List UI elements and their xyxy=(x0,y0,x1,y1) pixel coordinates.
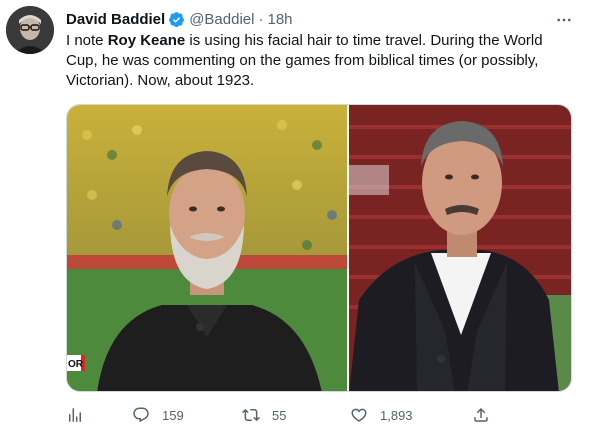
tweet-card[interactable]: David Baddiel @Baddiel · 18h I note Roy … xyxy=(0,0,592,442)
heart-icon xyxy=(351,408,367,422)
avatar[interactable] xyxy=(6,6,54,54)
mention-roy-keane: Roy Keane xyxy=(107,32,186,49)
like-button[interactable]: 1,893 xyxy=(350,403,413,427)
tweet-media[interactable]: OR xyxy=(66,104,572,392)
share-button[interactable] xyxy=(472,403,490,427)
like-count: 1,893 xyxy=(380,407,413,423)
analytics-icon xyxy=(69,408,81,422)
author-handle[interactable]: @Baddiel xyxy=(189,11,254,28)
more-options-icon xyxy=(557,18,571,22)
tweet-header: David Baddiel @Baddiel · 18h xyxy=(66,9,552,29)
tweet-actions: 159 55 1,893 xyxy=(66,403,496,427)
timestamp[interactable]: 18h xyxy=(267,11,292,28)
media-image-left[interactable]: OR xyxy=(67,105,347,391)
media-caption: OR xyxy=(68,359,84,370)
tweet-text: I note Roy Keane is using his facial hai… xyxy=(66,31,576,91)
verified-badge-icon xyxy=(169,11,185,27)
retweet-count: 55 xyxy=(272,407,287,423)
tweet-text-start: I note xyxy=(66,32,108,49)
media-image-right[interactable] xyxy=(348,105,571,391)
analytics-button[interactable] xyxy=(66,403,84,427)
reply-button[interactable]: 159 xyxy=(132,403,184,427)
retweet-button[interactable]: 55 xyxy=(242,403,286,427)
retweet-icon xyxy=(242,408,260,422)
avatar-image xyxy=(6,6,54,54)
roy-keane-moustache-image xyxy=(348,105,571,391)
author-name[interactable]: David Baddiel xyxy=(66,11,165,28)
share-icon xyxy=(474,407,488,422)
reply-icon xyxy=(133,407,149,423)
reply-count: 159 xyxy=(162,407,184,423)
separator-dot: · xyxy=(258,10,264,28)
roy-keane-bearded-image: OR xyxy=(67,105,347,391)
more-options-button[interactable] xyxy=(554,10,574,30)
